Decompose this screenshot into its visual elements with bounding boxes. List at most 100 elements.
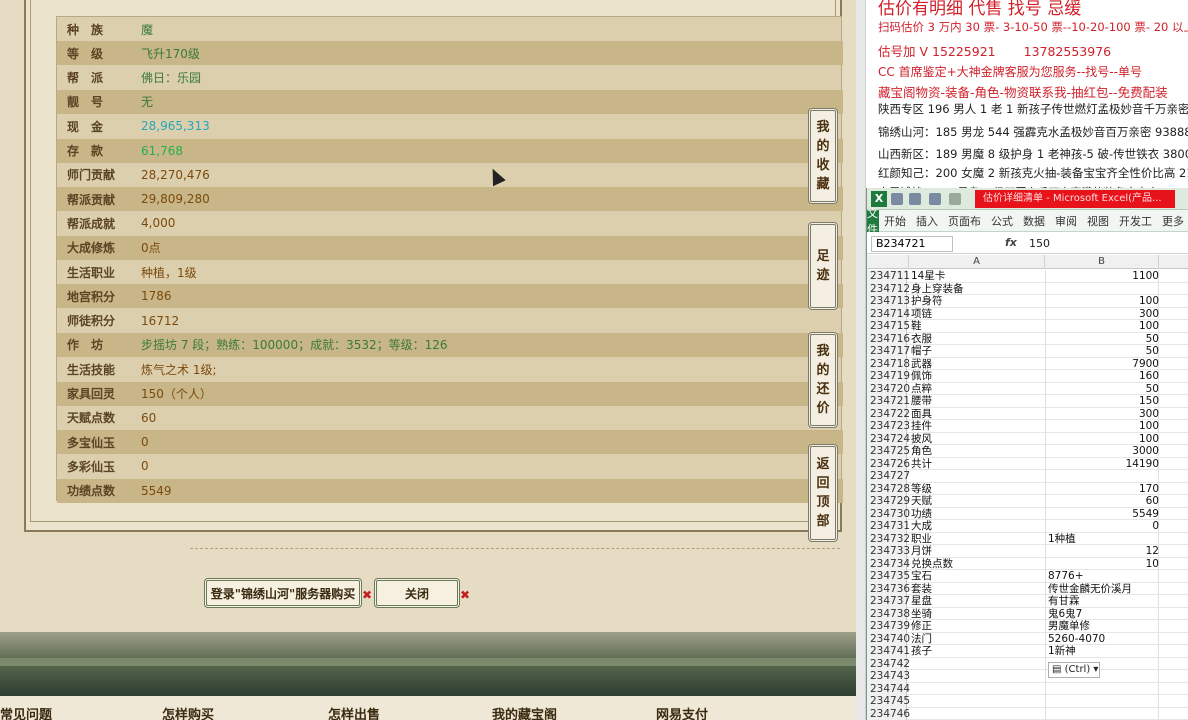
row-number[interactable]: 234716 [867, 332, 910, 345]
cell-a[interactable]: 角色 [911, 445, 1041, 457]
sheet-row[interactable]: 234731 大成 0 [867, 520, 1188, 533]
cell-b[interactable]: 100 [1047, 420, 1159, 432]
cell-b[interactable]: 传世金麟无价溪月 [1048, 583, 1160, 595]
cell-a[interactable]: 共计 [911, 458, 1041, 470]
cell-b[interactable]: 300 [1047, 308, 1159, 320]
sheet-row[interactable]: 234714 项链 300 [867, 307, 1188, 320]
row-number[interactable]: 234742 [867, 657, 910, 670]
row-number[interactable]: 234723 [867, 420, 910, 433]
cell-b[interactable]: 14190 [1047, 458, 1159, 470]
footprints-button[interactable]: 足迹 [808, 222, 838, 310]
row-number[interactable]: 234746 [867, 707, 910, 720]
cell-a[interactable]: 帽子 [911, 345, 1041, 357]
row-number[interactable]: 234725 [867, 445, 910, 458]
cell-a[interactable]: 身上穿装备 [911, 283, 1041, 295]
back-to-top-button[interactable]: 返回顶部 [808, 444, 838, 542]
sheet-row[interactable]: 234726 共计 14190 [867, 457, 1188, 470]
row-number[interactable]: 234731 [867, 520, 910, 533]
row-number[interactable]: 234739 [867, 620, 910, 633]
sheet-row[interactable]: 234712 身上穿装备 [867, 282, 1188, 295]
cell-a[interactable]: 孩子 [911, 645, 1041, 657]
close-button[interactable]: 关闭 [374, 578, 460, 608]
sheet-grid[interactable]: 234711 14星卡 1100 234712 身上穿装备 234713 护身符 100 234… [867, 270, 1188, 720]
row-number[interactable]: 234711 [867, 270, 910, 283]
sheet-row[interactable]: 234738 坐骑 鬼6鬼7 [867, 607, 1188, 620]
sheet-row[interactable]: 234742 [867, 657, 1188, 670]
sheet-row[interactable]: 234741 孩子 1新神 [867, 645, 1188, 658]
sheet-row[interactable]: 234743 [867, 670, 1188, 683]
sheet-row[interactable]: 234713 护身符 100 [867, 295, 1188, 308]
ribbon-tab[interactable]: 审阅 [1050, 213, 1082, 229]
paste-options-button[interactable]: ▤ (Ctrl) ▾ [1048, 662, 1100, 678]
row-number[interactable]: 234737 [867, 595, 910, 608]
sheet-row[interactable]: 234744 [867, 682, 1188, 695]
cell-b[interactable]: 8776+ [1048, 570, 1160, 582]
cell-a[interactable]: 月饼 [911, 545, 1041, 557]
row-number[interactable]: 234729 [867, 495, 910, 508]
cell-a[interactable]: 天赋 [911, 495, 1041, 507]
cell-b[interactable]: 160 [1047, 370, 1159, 382]
sheet-row[interactable]: 234719 佩饰 160 [867, 370, 1188, 383]
sheet-row[interactable]: 234725 角色 3000 [867, 445, 1188, 458]
sheet-row[interactable]: 234722 面具 300 [867, 407, 1188, 420]
document-scrollbar[interactable] [856, 0, 866, 720]
cell-b[interactable]: 50 [1047, 345, 1159, 357]
cell-b[interactable]: 100 [1047, 320, 1159, 332]
ribbon-tab[interactable]: 页面布 [943, 213, 986, 229]
cell-b[interactable]: 50 [1047, 383, 1159, 395]
cell-a[interactable]: 坐骑 [911, 608, 1041, 620]
sheet-row[interactable]: 234720 点粹 50 [867, 382, 1188, 395]
cell-b[interactable]: 1新神 [1048, 645, 1160, 657]
row-number[interactable]: 234733 [867, 545, 910, 558]
footer-nav-item[interactable]: 怎样购买 [162, 704, 214, 720]
select-all-corner[interactable] [867, 255, 909, 269]
ribbon-tab[interactable]: 文件 [867, 207, 879, 236]
cell-b[interactable]: 60 [1047, 495, 1159, 507]
row-number[interactable]: 234736 [867, 582, 910, 595]
ribbon-tab[interactable]: 数据 [1018, 213, 1050, 229]
cell-b[interactable]: 鬼6鬼7 [1048, 608, 1160, 620]
sheet-row[interactable]: 234711 14星卡 1100 [867, 270, 1188, 283]
sheet-row[interactable]: 234730 功绩 5549 [867, 507, 1188, 520]
sheet-row[interactable]: 234746 [867, 707, 1188, 720]
cell-a[interactable]: 法门 [911, 633, 1041, 645]
row-number[interactable]: 234738 [867, 607, 910, 620]
row-number[interactable]: 234728 [867, 482, 910, 495]
row-number[interactable]: 234741 [867, 645, 910, 658]
cell-a[interactable]: 修正 [911, 620, 1041, 632]
cell-a[interactable]: 腰带 [911, 395, 1041, 407]
ribbon-tab[interactable]: 公式 [986, 213, 1018, 229]
cell-b[interactable]: 170 [1047, 483, 1159, 495]
row-number[interactable]: 234722 [867, 407, 910, 420]
sheet-row[interactable]: 234733 月饼 12 [867, 545, 1188, 558]
row-number[interactable]: 234726 [867, 457, 910, 470]
buy-on-server-button[interactable]: 登录"锦绣山河"服务器购买 [204, 578, 362, 608]
row-number[interactable]: 234714 [867, 307, 910, 320]
cell-b[interactable]: 7900 [1047, 358, 1159, 370]
cell-a[interactable]: 大成 [911, 520, 1041, 532]
sheet-row[interactable]: 234740 法门 5260-4070 [867, 632, 1188, 645]
row-number[interactable]: 234721 [867, 395, 910, 408]
row-number[interactable]: 234730 [867, 507, 910, 520]
cell-a[interactable]: 点粹 [911, 383, 1041, 395]
row-number[interactable]: 234735 [867, 570, 910, 583]
cell-b[interactable]: 男魔单修 [1048, 620, 1160, 632]
sheet-row[interactable]: 234739 修正 男魔单修 [867, 620, 1188, 633]
cell-b[interactable]: 0 [1047, 520, 1159, 532]
row-number[interactable]: 234732 [867, 532, 910, 545]
column-b-header[interactable]: B [1045, 255, 1159, 269]
ribbon-tab[interactable]: 插入 [911, 213, 943, 229]
cell-b[interactable]: 100 [1047, 433, 1159, 445]
footer-nav-item[interactable]: 常见问题 [0, 704, 52, 720]
cell-a[interactable]: 鞋 [911, 320, 1041, 332]
cell-b[interactable]: 1种植 [1048, 533, 1160, 545]
sheet-row[interactable]: 234732 职业 1种植 [867, 532, 1188, 545]
sheet-row[interactable]: 234736 套装 传世金麟无价溪月 [867, 582, 1188, 595]
cell-b[interactable]: 5260-4070 [1048, 633, 1160, 645]
cell-a[interactable]: 护身符 [911, 295, 1041, 307]
sheet-row[interactable]: 234737 星盘 有甘霖 [867, 595, 1188, 608]
row-number[interactable]: 234715 [867, 320, 910, 333]
sheet-row[interactable]: 234718 武器 7900 [867, 357, 1188, 370]
cell-a[interactable]: 衣服 [911, 333, 1041, 345]
row-number[interactable]: 234712 [867, 282, 910, 295]
